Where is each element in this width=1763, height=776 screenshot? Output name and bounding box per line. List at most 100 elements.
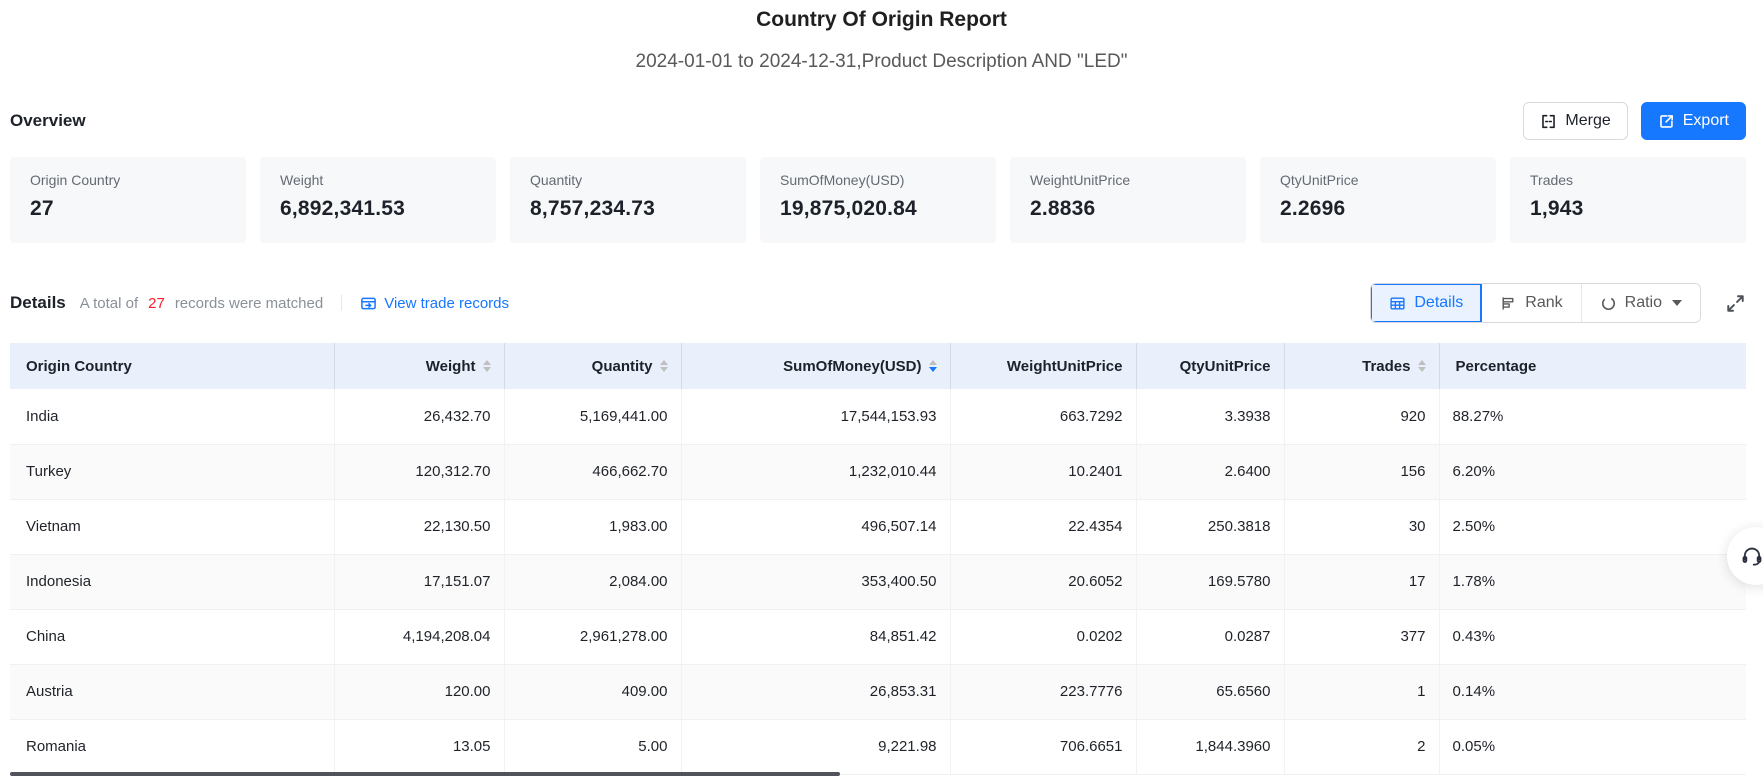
card-origin-country: Origin Country 27 xyxy=(10,157,246,243)
cell-origin-country: Indonesia xyxy=(10,554,334,609)
cell-weight-unit-price: 10.2401 xyxy=(950,444,1136,499)
cell-quantity: 409.00 xyxy=(504,664,681,719)
expand-arrows-icon xyxy=(1725,293,1746,314)
col-header-sum-of-money[interactable]: SumOfMoney(USD) xyxy=(681,343,950,389)
details-table: Origin Country Weight Quantity SumOfMone… xyxy=(10,343,1746,775)
card-quantity: Quantity 8,757,234.73 xyxy=(510,157,746,243)
sort-icon-quantity[interactable] xyxy=(660,360,668,372)
cell-sum-of-money: 1,232,010.44 xyxy=(681,444,950,499)
vertical-divider xyxy=(341,295,342,311)
col-label: Percentage xyxy=(1456,358,1537,375)
cell-percentage: 0.43% xyxy=(1439,609,1746,664)
col-label: QtyUnitPrice xyxy=(1180,358,1271,375)
page-title: Country Of Origin Report xyxy=(0,6,1763,34)
cell-trades: 920 xyxy=(1284,389,1439,444)
cell-weight: 120.00 xyxy=(334,664,504,719)
cell-weight: 13.05 xyxy=(334,719,504,774)
cell-quantity: 2,084.00 xyxy=(504,554,681,609)
cell-quantity: 5.00 xyxy=(504,719,681,774)
tab-details-label: Details xyxy=(1414,294,1463,312)
cell-trades: 30 xyxy=(1284,499,1439,554)
tab-details[interactable]: Details xyxy=(1371,284,1482,322)
view-trade-records-label: View trade records xyxy=(384,295,509,312)
cell-quantity: 1,983.00 xyxy=(504,499,681,554)
cell-sum-of-money: 26,853.31 xyxy=(681,664,950,719)
card-sum-of-money: SumOfMoney(USD) 19,875,020.84 xyxy=(760,157,996,243)
col-label: Trades xyxy=(1362,358,1410,375)
sort-icon-weight[interactable] xyxy=(483,360,491,372)
window-arrow-icon xyxy=(360,295,377,312)
cell-quantity: 2,961,278.00 xyxy=(504,609,681,664)
cell-trades: 1 xyxy=(1284,664,1439,719)
merge-cells-icon xyxy=(1540,113,1557,130)
matched-count: 27 xyxy=(145,295,168,312)
details-right: Details Rank Ratio xyxy=(1370,283,1746,323)
horizontal-bars-icon xyxy=(1500,295,1517,312)
col-header-percentage: Percentage xyxy=(1439,343,1746,389)
cell-origin-country: Turkey xyxy=(10,444,334,499)
col-header-qty-unit-price: QtyUnitPrice xyxy=(1136,343,1284,389)
fullscreen-button[interactable] xyxy=(1725,293,1746,314)
col-header-trades[interactable]: Trades xyxy=(1284,343,1439,389)
card-value: 2.8836 xyxy=(1030,197,1226,221)
pie-ring-icon xyxy=(1600,295,1617,312)
cell-weight: 17,151.07 xyxy=(334,554,504,609)
cell-sum-of-money: 353,400.50 xyxy=(681,554,950,609)
tab-ratio[interactable]: Ratio xyxy=(1582,284,1700,322)
table-body: India 26,432.70 5,169,441.00 17,544,153.… xyxy=(10,389,1746,774)
cell-qty-unit-price: 2.6400 xyxy=(1136,444,1284,499)
table-row: India 26,432.70 5,169,441.00 17,544,153.… xyxy=(10,389,1746,444)
col-header-weight[interactable]: Weight xyxy=(334,343,504,389)
matched-suffix: records were matched xyxy=(175,295,323,312)
tab-rank-label: Rank xyxy=(1525,294,1562,312)
col-label: Quantity xyxy=(592,358,653,375)
cell-quantity: 466,662.70 xyxy=(504,444,681,499)
cell-qty-unit-price: 1,844.3960 xyxy=(1136,719,1284,774)
card-value: 6,892,341.53 xyxy=(280,197,476,221)
col-label: WeightUnitPrice xyxy=(1007,358,1123,375)
cell-weight-unit-price: 706.6651 xyxy=(950,719,1136,774)
table-header: Origin Country Weight Quantity SumOfMone… xyxy=(10,343,1746,389)
header-actions: Merge Export xyxy=(1523,102,1746,140)
cell-weight-unit-price: 0.0202 xyxy=(950,609,1136,664)
overview-bar: Overview Merge Export xyxy=(10,102,1746,140)
sort-icon-trades[interactable] xyxy=(1418,360,1426,372)
chevron-down-icon xyxy=(1672,300,1682,306)
details-left: Details A total of 27 records were match… xyxy=(10,293,509,313)
card-value: 8,757,234.73 xyxy=(530,197,726,221)
report-subtitle: 2024-01-01 to 2024-12-31,Product Descrip… xyxy=(0,49,1763,75)
cell-origin-country: China xyxy=(10,609,334,664)
card-label: Origin Country xyxy=(30,172,226,188)
merge-button[interactable]: Merge xyxy=(1523,102,1627,140)
cell-quantity: 5,169,441.00 xyxy=(504,389,681,444)
cell-percentage: 0.14% xyxy=(1439,664,1746,719)
country-of-origin-report-page: Country Of Origin Report 2024-01-01 to 2… xyxy=(0,0,1763,776)
matched-prefix: A total of xyxy=(80,295,138,312)
cell-weight-unit-price: 223.7776 xyxy=(950,664,1136,719)
col-header-origin-country: Origin Country xyxy=(10,343,334,389)
cell-qty-unit-price: 0.0287 xyxy=(1136,609,1284,664)
cell-qty-unit-price: 65.6560 xyxy=(1136,664,1284,719)
tab-ratio-label: Ratio xyxy=(1625,294,1662,312)
matched-records-text: A total of 27 records were matched xyxy=(80,295,323,312)
col-header-quantity[interactable]: Quantity xyxy=(504,343,681,389)
cell-weight: 22,130.50 xyxy=(334,499,504,554)
export-button[interactable]: Export xyxy=(1641,102,1746,140)
view-trade-records-link[interactable]: View trade records xyxy=(360,295,509,312)
cell-weight: 120,312.70 xyxy=(334,444,504,499)
card-weight: Weight 6,892,341.53 xyxy=(260,157,496,243)
tab-rank[interactable]: Rank xyxy=(1482,284,1581,322)
cell-origin-country: India xyxy=(10,389,334,444)
cell-weight-unit-price: 20.6052 xyxy=(950,554,1136,609)
cell-percentage: 6.20% xyxy=(1439,444,1746,499)
card-value: 1,943 xyxy=(1530,197,1726,221)
overview-cards: Origin Country 27 Weight 6,892,341.53 Qu… xyxy=(10,157,1746,243)
card-label: Trades xyxy=(1530,172,1726,188)
cell-origin-country: Romania xyxy=(10,719,334,774)
horizontal-scrollbar-thumb[interactable] xyxy=(10,772,840,776)
report-header: Country Of Origin Report 2024-01-01 to 2… xyxy=(0,0,1763,75)
view-toggle-group: Details Rank Ratio xyxy=(1370,283,1701,323)
cell-weight: 4,194,208.04 xyxy=(334,609,504,664)
table-row: Turkey 120,312.70 466,662.70 1,232,010.4… xyxy=(10,444,1746,499)
sort-icon-sum-of-money[interactable] xyxy=(929,360,937,372)
